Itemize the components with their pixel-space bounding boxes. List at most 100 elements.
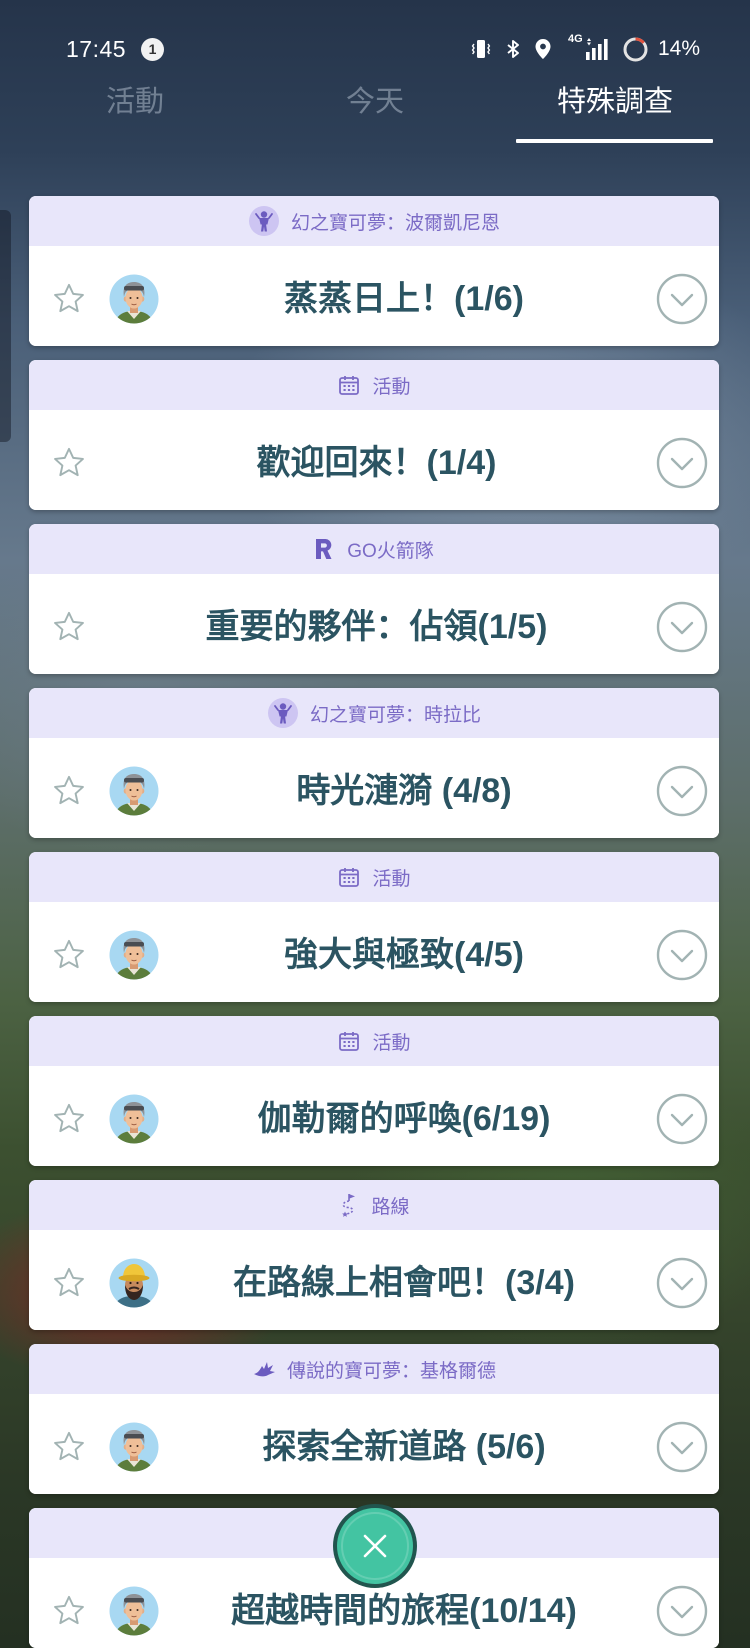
favorite-button[interactable]	[29, 273, 109, 325]
willow-avatar-icon	[109, 765, 164, 817]
expand-button[interactable]	[644, 929, 719, 981]
tab-label: 活動	[105, 86, 164, 118]
chevron-down-icon	[656, 765, 708, 817]
expand-button[interactable]	[644, 1421, 719, 1473]
chevron-down-icon	[656, 1585, 708, 1637]
favorite-button[interactable]	[29, 1257, 109, 1309]
legendary-pokemon-icon	[252, 1357, 276, 1381]
research-category-label: 傳說的寶可夢：基格爾德	[286, 1360, 496, 1382]
team-go-rocket-icon	[314, 538, 336, 560]
research-category: 活動	[29, 1016, 719, 1066]
tab-label: 特殊調查	[556, 86, 673, 118]
star-icon	[51, 1429, 87, 1465]
tab-activities[interactable]: 活動	[15, 78, 255, 148]
research-category: 幻之寶可夢：波爾凱尼恩	[29, 196, 719, 246]
willow-avatar-icon	[109, 1093, 164, 1145]
favorite-button[interactable]	[29, 1421, 109, 1473]
chevron-down-icon	[656, 273, 708, 325]
research-category: 傳說的寶可夢：基格爾德	[29, 1344, 719, 1394]
expand-button[interactable]	[644, 765, 719, 817]
research-card[interactable]: 路線 在路線上相會吧！(3/4)	[29, 1180, 719, 1330]
research-title: 重要的夥伴：佔領(1/5)	[205, 608, 548, 646]
research-title: 伽勒爾的呼喚(6/19)	[257, 1100, 551, 1138]
edge-panel-handle[interactable]	[0, 210, 11, 442]
star-icon	[51, 773, 87, 809]
research-category: 活動	[29, 360, 719, 410]
star-icon	[51, 1593, 87, 1629]
research-category-label: 幻之寶可夢：時拉比	[309, 704, 481, 726]
research-body[interactable]: 強大與極致(4/5)	[29, 902, 719, 1002]
network-type: 4G	[568, 33, 583, 45]
research-title: 探索全新道路 (5/6)	[262, 1428, 546, 1466]
chevron-down-icon	[656, 1093, 708, 1145]
battery-percentage: 14%	[658, 37, 701, 60]
favorite-button[interactable]	[29, 929, 109, 981]
research-body[interactable]: 歡迎回來！(1/4)	[29, 410, 719, 510]
research-body[interactable]: 重要的夥伴：佔領(1/5)	[29, 574, 719, 674]
chevron-down-icon	[656, 929, 708, 981]
star-icon	[51, 1101, 87, 1137]
route-guide-avatar-icon	[109, 1257, 164, 1309]
expand-button[interactable]	[644, 1585, 719, 1637]
research-card[interactable]: 傳說的寶可夢：基格爾德探索全新道路 (5/6)	[29, 1344, 719, 1494]
tab-special-research[interactable]: 特殊調查	[495, 78, 735, 148]
vibrate-icon	[471, 40, 491, 58]
star-icon	[51, 281, 87, 317]
research-body[interactable]: 在路線上相會吧！(3/4)	[29, 1230, 719, 1330]
tab-today[interactable]: 今天	[255, 78, 495, 148]
research-title: 歡迎回來！(1/4)	[256, 444, 497, 482]
tab-selected-indicator	[516, 139, 713, 143]
research-card[interactable]: 活動歡迎回來！(1/4)	[29, 360, 719, 510]
research-title: 強大與極致(4/5)	[284, 936, 524, 974]
research-card[interactable]: GO火箭隊重要的夥伴：佔領(1/5)	[29, 524, 719, 674]
favorite-button[interactable]	[29, 1585, 109, 1637]
favorite-button[interactable]	[29, 601, 109, 653]
research-category-label: 活動	[372, 1032, 411, 1054]
research-title: 時光漣漪 (4/8)	[296, 772, 512, 810]
research-card[interactable]: 活動伽勒爾的呼喚(6/19)	[29, 1016, 719, 1166]
chevron-down-icon	[656, 1421, 708, 1473]
signal-icon	[586, 38, 608, 60]
research-body[interactable]: 蒸蒸日上！(1/6)	[29, 246, 719, 346]
research-category-label: 活動	[372, 868, 411, 890]
tab-label: 今天	[345, 86, 404, 118]
expand-button[interactable]	[644, 1257, 719, 1309]
research-list: 幻之寶可夢：波爾凱尼恩 蒸蒸日上！(1/6) 活動 歡迎回來！(1/4) GO火箭隊 重要…	[29, 196, 719, 1648]
research-category: 幻之寶可夢：時拉比	[29, 688, 719, 738]
willow-avatar-icon	[109, 1585, 164, 1637]
favorite-button[interactable]	[29, 437, 109, 489]
calendar-icon	[337, 1029, 361, 1053]
research-category-label: GO火箭隊	[347, 540, 434, 562]
calendar-icon	[337, 373, 361, 397]
research-category-label: 活動	[372, 376, 411, 398]
chevron-down-icon	[656, 437, 708, 489]
favorite-button[interactable]	[29, 765, 109, 817]
research-body[interactable]: 探索全新道路 (5/6)	[29, 1394, 719, 1494]
expand-button[interactable]	[644, 437, 719, 489]
route-icon	[338, 1192, 360, 1218]
clock: 17:45	[66, 36, 127, 62]
willow-avatar-icon	[109, 929, 164, 981]
close-button[interactable]	[332, 1503, 418, 1589]
close-icon	[333, 1504, 417, 1588]
battery-icon	[623, 37, 648, 62]
research-card[interactable]: 幻之寶可夢：波爾凱尼恩 蒸蒸日上！(1/6)	[29, 196, 719, 346]
research-title: 超越時間的旅程(10/14)	[231, 1592, 577, 1630]
chevron-down-icon	[656, 1257, 708, 1309]
expand-button[interactable]	[644, 601, 719, 653]
favorite-button[interactable]	[29, 1093, 109, 1145]
research-body[interactable]: 時光漣漪 (4/8)	[29, 738, 719, 838]
notification-badge: 1	[141, 38, 164, 61]
chevron-down-icon	[656, 601, 708, 653]
mythical-pokemon-icon	[248, 205, 280, 237]
research-card[interactable]: 活動強大與極致(4/5)	[29, 852, 719, 1002]
status-bar: 17:45 1 4G 14%	[0, 0, 750, 74]
expand-button[interactable]	[644, 1093, 719, 1145]
location-pin-icon	[535, 39, 551, 59]
research-category: 路線	[29, 1180, 719, 1230]
research-category: 活動	[29, 852, 719, 902]
bluetooth-icon	[507, 40, 519, 58]
research-card[interactable]: 幻之寶可夢：時拉比時光漣漪 (4/8)	[29, 688, 719, 838]
research-body[interactable]: 伽勒爾的呼喚(6/19)	[29, 1066, 719, 1166]
expand-button[interactable]	[644, 273, 719, 325]
